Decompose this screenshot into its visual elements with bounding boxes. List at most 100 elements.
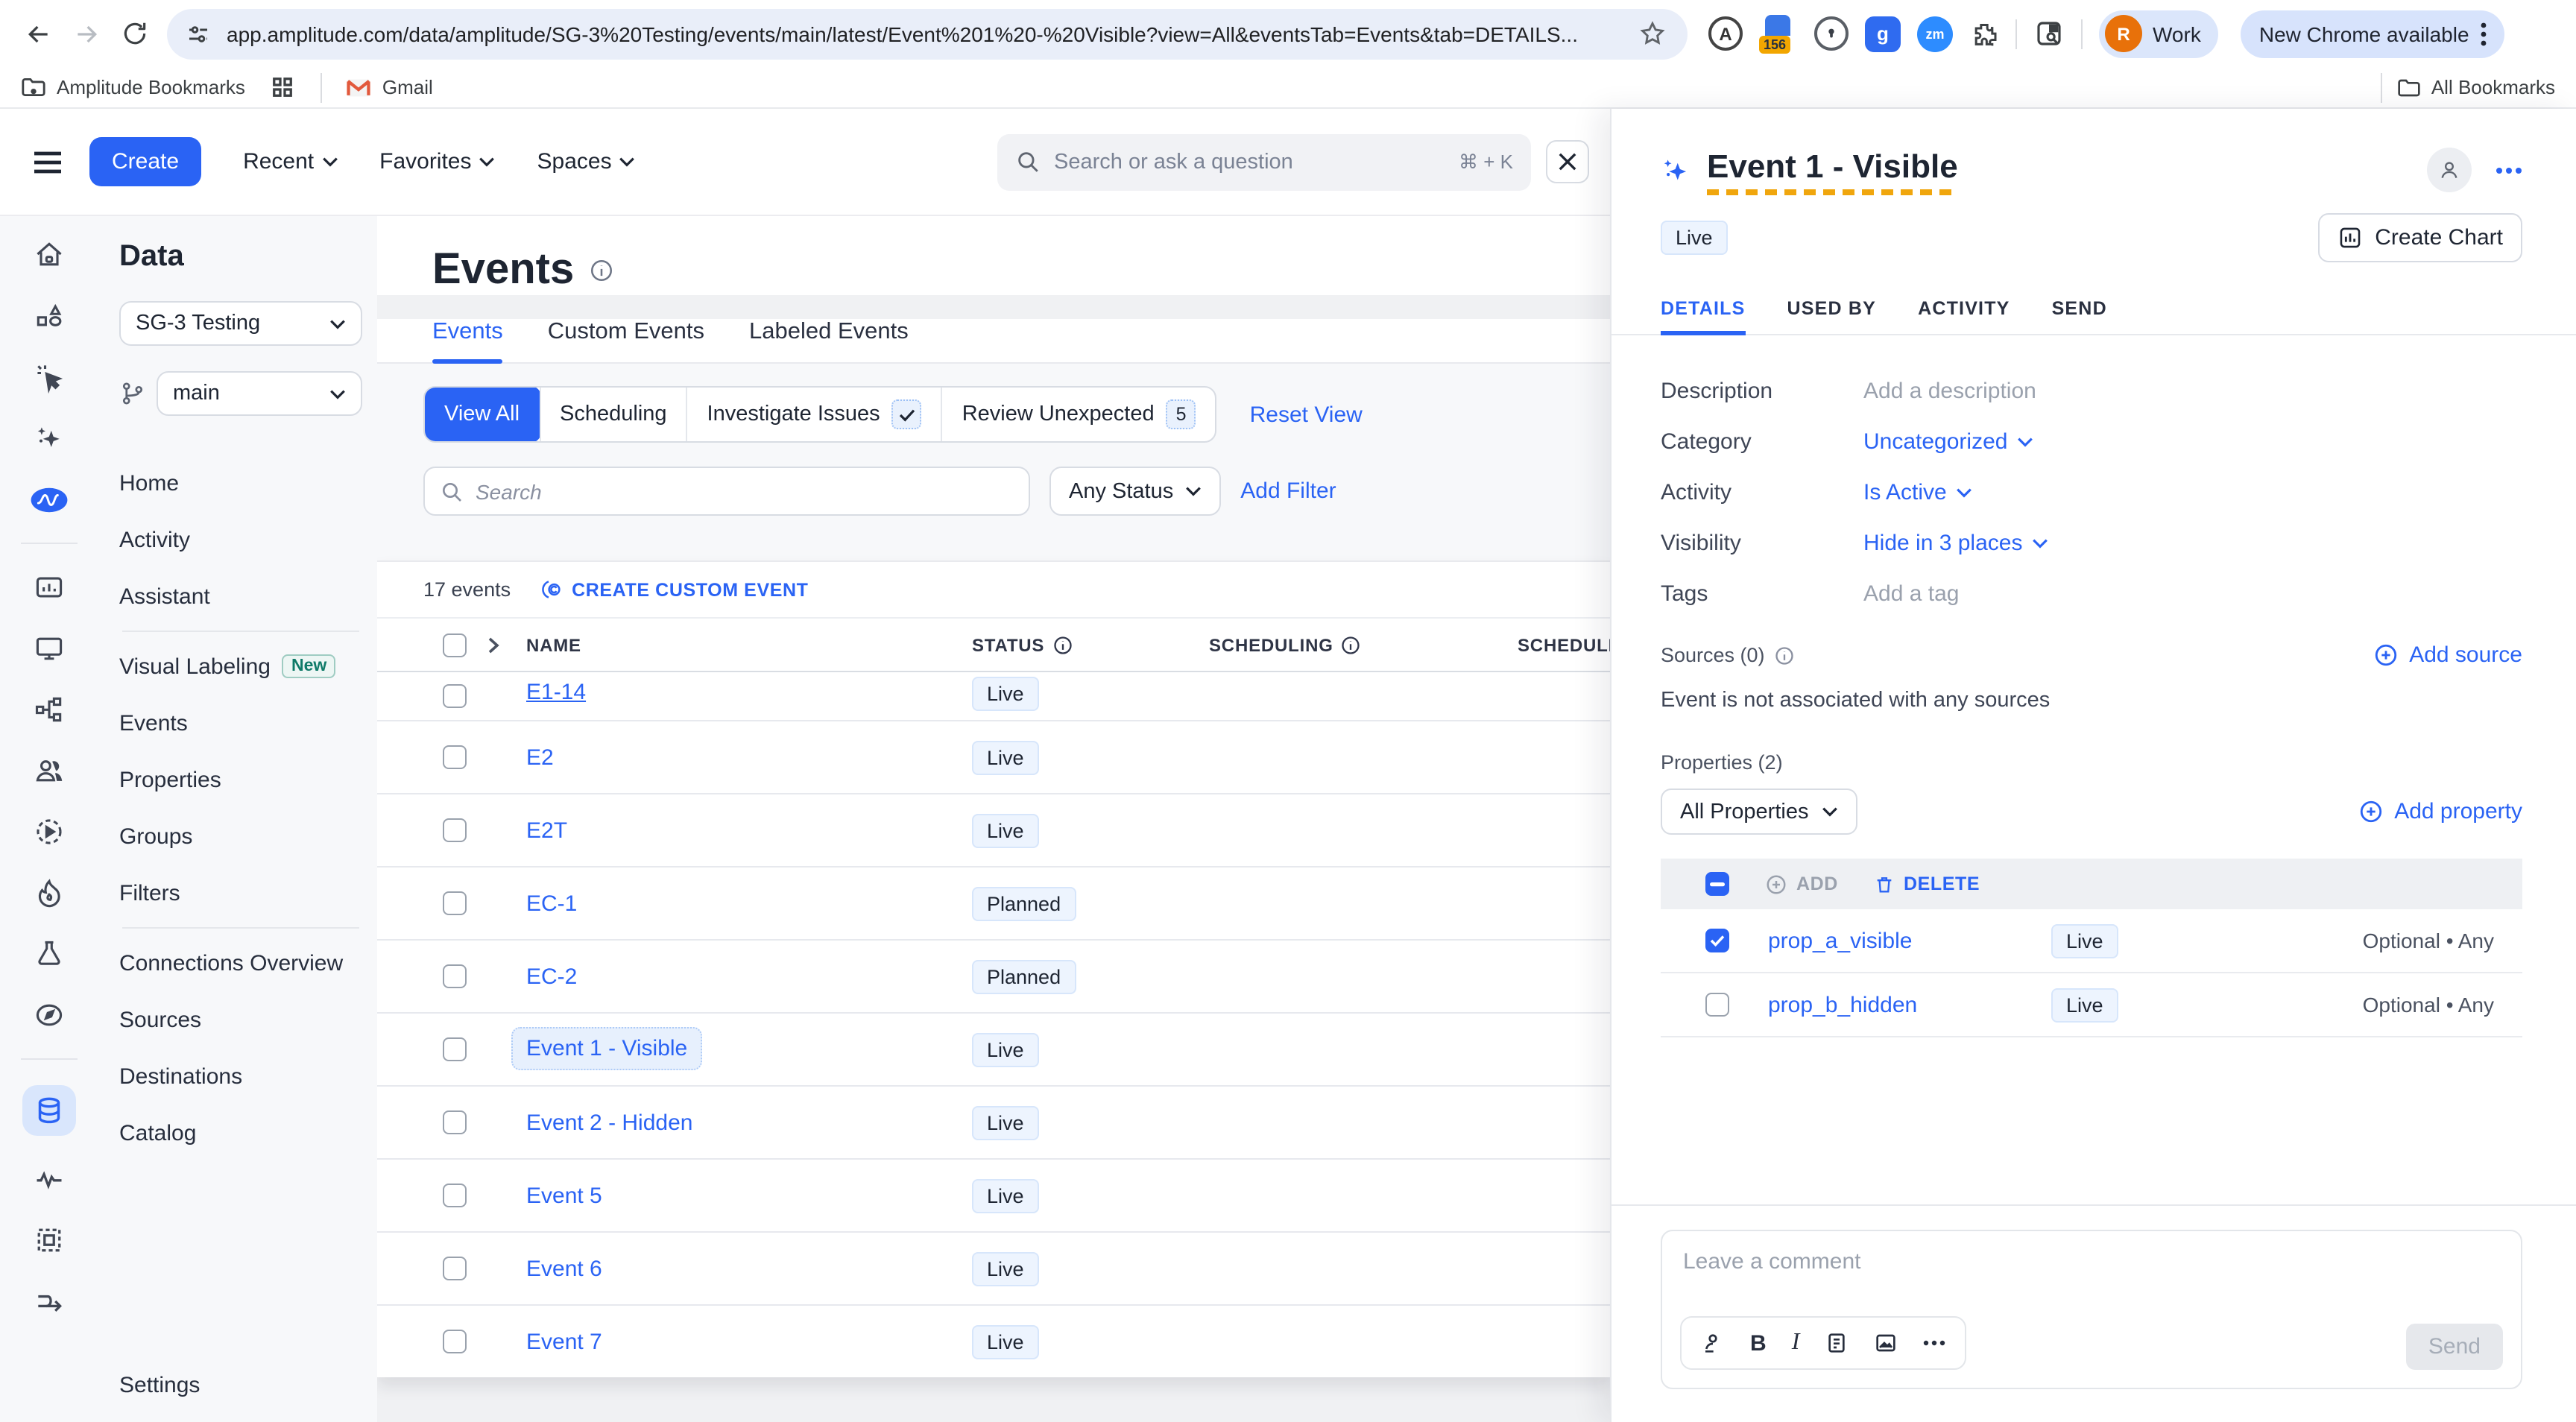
description-placeholder[interactable]: Add a description xyxy=(1863,378,2036,403)
sidebar-item-properties[interactable]: Properties xyxy=(119,751,362,808)
replay-play-icon[interactable] xyxy=(30,814,69,850)
row-checkbox[interactable] xyxy=(443,1110,467,1134)
more-menu-icon[interactable] xyxy=(2496,166,2522,174)
tab-send[interactable]: SEND xyxy=(2052,298,2107,334)
data-database-icon[interactable] xyxy=(22,1085,76,1136)
panel-title[interactable]: Event 1 - Visible xyxy=(1707,148,1958,195)
event-link[interactable]: Event 6 xyxy=(526,1256,972,1281)
row-checkbox[interactable] xyxy=(443,1037,467,1061)
column-name[interactable]: NAME xyxy=(526,634,972,655)
event-link[interactable]: E2 xyxy=(526,745,972,770)
bookmark-star-icon[interactable] xyxy=(1638,19,1667,48)
chrome-menu-icon[interactable] xyxy=(2481,22,2487,45)
snippet-icon[interactable] xyxy=(1825,1331,1849,1355)
sparkles-icon[interactable] xyxy=(30,420,69,456)
table-row[interactable]: Event 5 Live xyxy=(377,1160,1610,1233)
category-dropdown[interactable]: Uncategorized xyxy=(1863,429,2033,454)
table-row[interactable]: E2T Live xyxy=(377,794,1610,868)
add-source-link[interactable]: Add source xyxy=(2373,642,2522,668)
italic-icon[interactable]: I xyxy=(1792,1330,1800,1356)
table-row[interactable]: E1-14 Live xyxy=(377,672,1610,721)
grammarly-icon[interactable]: g xyxy=(1865,16,1901,51)
event-link[interactable]: Event 1 - Visible xyxy=(511,1027,702,1070)
tab-search-icon[interactable] xyxy=(2033,18,2065,49)
event-link[interactable]: E1-14 xyxy=(526,679,972,704)
view-all-button[interactable]: View All xyxy=(423,386,540,443)
events-search[interactable] xyxy=(423,467,1030,516)
expand-chevron-icon[interactable] xyxy=(484,636,502,654)
properties-add-action[interactable]: ADD xyxy=(1765,873,1838,895)
row-checkbox[interactable] xyxy=(443,1184,467,1207)
reload-icon[interactable] xyxy=(110,10,158,57)
dashboard-chart-icon[interactable] xyxy=(30,569,69,605)
table-row[interactable]: EC-1 Planned xyxy=(377,868,1610,941)
sidebar-item-activity[interactable]: Activity xyxy=(119,511,362,568)
route-icon[interactable] xyxy=(30,1283,69,1319)
project-select[interactable]: SG-3 Testing xyxy=(119,301,362,346)
sidebar-item-connections-overview[interactable]: Connections Overview xyxy=(119,935,362,991)
comment-placeholder[interactable]: Leave a comment xyxy=(1683,1249,2500,1274)
url-bar[interactable]: app.amplitude.com/data/amplitude/SG-3%20… xyxy=(167,8,1688,59)
tab-activity[interactable]: ACTIVITY xyxy=(1918,298,2010,334)
extensions-puzzle-icon[interactable] xyxy=(1969,19,1999,48)
table-row[interactable]: Event 6 Live xyxy=(377,1233,1610,1306)
flow-tree-icon[interactable] xyxy=(30,692,69,727)
tags-placeholder[interactable]: Add a tag xyxy=(1863,581,1959,606)
sidebar-item-assistant[interactable]: Assistant xyxy=(119,568,362,625)
tab-details[interactable]: DETAILS xyxy=(1661,298,1746,334)
users-icon[interactable] xyxy=(30,753,69,789)
event-link[interactable]: Event 7 xyxy=(526,1329,972,1354)
image-icon[interactable] xyxy=(1874,1331,1898,1355)
ai-sparkle-icon[interactable] xyxy=(1661,156,1692,187)
event-link[interactable]: EC-2 xyxy=(526,964,972,989)
row-checkbox[interactable] xyxy=(443,1330,467,1353)
flask-icon[interactable] xyxy=(30,936,69,972)
property-link[interactable]: prop_b_hidden xyxy=(1768,992,2051,1017)
activity-dropdown[interactable]: Is Active xyxy=(1863,479,1972,505)
event-link[interactable]: E2T xyxy=(526,818,972,843)
row-checkbox[interactable] xyxy=(443,745,467,769)
status-filter-select[interactable]: Any Status xyxy=(1049,467,1221,516)
sidebar-item-events[interactable]: Events xyxy=(119,695,362,751)
table-row-selected[interactable]: Event 1 - Visible Live xyxy=(377,1014,1610,1087)
monitor-icon[interactable] xyxy=(30,631,69,666)
review-unexpected-button[interactable]: Review Unexpected 5 xyxy=(941,388,1216,441)
table-row[interactable]: Event 2 - Hidden Live xyxy=(377,1087,1610,1160)
tab-labeled-events[interactable]: Labeled Events xyxy=(749,319,909,362)
shapes-icon[interactable] xyxy=(30,298,69,334)
bold-icon[interactable]: B xyxy=(1750,1330,1767,1356)
spaces-menu[interactable]: Spaces xyxy=(537,149,636,174)
select-all-checkbox[interactable] xyxy=(443,633,467,657)
tab-custom-events[interactable]: Custom Events xyxy=(548,319,704,362)
mention-icon[interactable] xyxy=(1701,1331,1725,1355)
click-cursor-icon[interactable] xyxy=(30,359,69,395)
bookmark-apps-grid-icon[interactable] xyxy=(272,76,294,98)
sidebar-item-home[interactable]: Home xyxy=(119,455,362,511)
global-search[interactable]: ⌘ + K xyxy=(997,133,1531,190)
url-text[interactable]: app.amplitude.com/data/amplitude/SG-3%20… xyxy=(227,22,1626,45)
sidebar-item-settings[interactable]: Settings xyxy=(119,1373,200,1398)
sidebar-item-catalog[interactable]: Catalog xyxy=(119,1105,362,1161)
profile-chip[interactable]: R Work xyxy=(2099,10,2219,57)
compass-icon[interactable] xyxy=(30,997,69,1033)
owner-avatar-icon[interactable] xyxy=(2427,148,2472,192)
add-property-link[interactable]: Add property xyxy=(2358,799,2522,824)
send-button[interactable]: Send xyxy=(2406,1324,2503,1370)
property-link[interactable]: prop_a_visible xyxy=(1768,928,2051,953)
sidebar-item-sources[interactable]: Sources xyxy=(119,991,362,1048)
bookmark-gmail[interactable]: Gmail xyxy=(347,76,433,98)
chrome-update-chip[interactable]: New Chrome available xyxy=(2241,10,2505,57)
hamburger-menu-icon[interactable] xyxy=(21,135,75,189)
row-checkbox[interactable] xyxy=(443,1257,467,1280)
property-checkbox[interactable] xyxy=(1705,993,1729,1017)
all-properties-select[interactable]: All Properties xyxy=(1661,789,1857,835)
extension-badge-icon[interactable]: 156 xyxy=(1759,14,1798,53)
scheduling-view-button[interactable]: Scheduling xyxy=(539,388,686,441)
global-search-input[interactable] xyxy=(1054,150,1445,174)
property-row[interactable]: prop_a_visible Live Optional • Any xyxy=(1661,909,2522,973)
close-search-button[interactable] xyxy=(1546,140,1589,183)
recent-menu[interactable]: Recent xyxy=(243,149,338,174)
table-row[interactable]: EC-2 Planned xyxy=(377,941,1610,1014)
table-row[interactable]: E2 Live xyxy=(377,721,1610,794)
sidebar-item-groups[interactable]: Groups xyxy=(119,808,362,865)
